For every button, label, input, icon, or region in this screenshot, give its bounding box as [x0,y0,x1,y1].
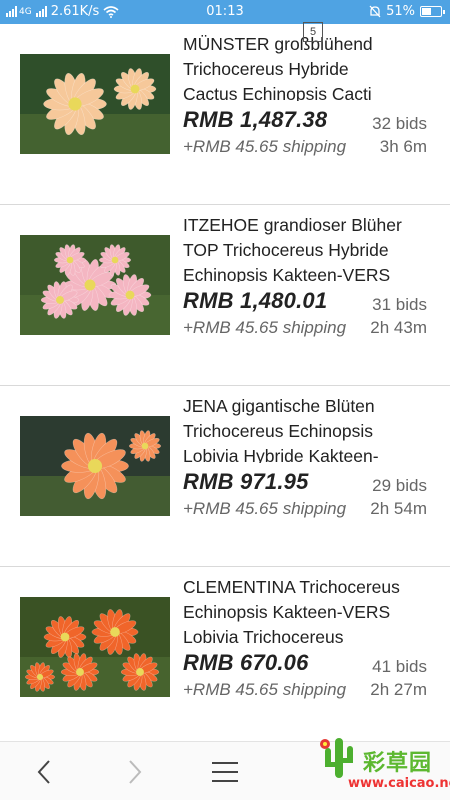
listing-item[interactable]: MÜNSTER großblühend Trichocereus Hybride… [0,24,450,205]
listing-thumbnail[interactable] [20,597,170,697]
listing-time-left: 2h 54m [370,499,427,518]
listing-bids: 32 bids [372,114,427,133]
listing-price: RMB 1,480.01 [183,288,328,313]
listing-time-left: 2h 43m [370,318,427,337]
listing-item[interactable]: JENA gigantische Blüten Trichocereus Ech… [0,386,450,567]
battery-percent: 51% [386,4,415,19]
listing-shipping: +RMB 45.65 shipping [183,318,347,337]
listing-title[interactable]: MÜNSTER großblühend Trichocereus Hybride… [183,32,438,101]
chevron-left-icon [37,759,50,784]
tabs-button[interactable]: 5 [303,22,323,42]
menu-button[interactable] [195,742,255,800]
listing-price: RMB 971.95 [183,469,309,494]
listing-thumbnail[interactable] [20,54,170,154]
battery-icon [420,6,445,17]
listing-price: RMB 670.06 [183,650,309,675]
listing-list: MÜNSTER großblühend Trichocereus Hybride… [0,24,450,748]
status-bar: 4G 2.61K/s 01:13 51% [0,0,450,24]
listing-price: RMB 1,487.38 [183,107,328,132]
listing-title[interactable]: ITZEHOE grandioser Blüher TOP Trichocere… [183,213,438,282]
listing-shipping: +RMB 45.65 shipping [183,499,347,518]
listing-time-left: 2h 27m [370,680,427,699]
listing-item[interactable]: ITZEHOE grandioser Blüher TOP Trichocere… [0,205,450,386]
listing-shipping: +RMB 45.65 shipping [183,680,347,699]
listing-title[interactable]: JENA gigantische Blüten Trichocereus Ech… [183,394,438,463]
listing-thumbnail[interactable] [20,416,170,516]
listing-time-left: 3h 6m [379,137,427,156]
hamburger-icon [212,761,238,782]
listing-title[interactable]: CLEMENTINA Trichocereus Echinopsis Kakte… [183,575,438,644]
listing-shipping: +RMB 45.65 shipping [183,137,347,156]
listing-bids: 41 bids [372,657,427,676]
chevron-right-icon [129,759,142,784]
listing-bids: 29 bids [372,476,427,495]
listing-bids: 31 bids [372,295,427,314]
listing-item[interactable]: CLEMENTINA Trichocereus Echinopsis Kakte… [0,567,450,748]
back-button[interactable] [14,742,74,800]
listing-thumbnail[interactable] [20,235,170,335]
watermark-text: 彩草园 [363,751,433,776]
forward-button[interactable] [105,742,165,800]
bell-muted-icon [369,5,381,18]
status-right: 51% [369,4,445,19]
watermark-url: www.caicao.net [348,776,450,791]
